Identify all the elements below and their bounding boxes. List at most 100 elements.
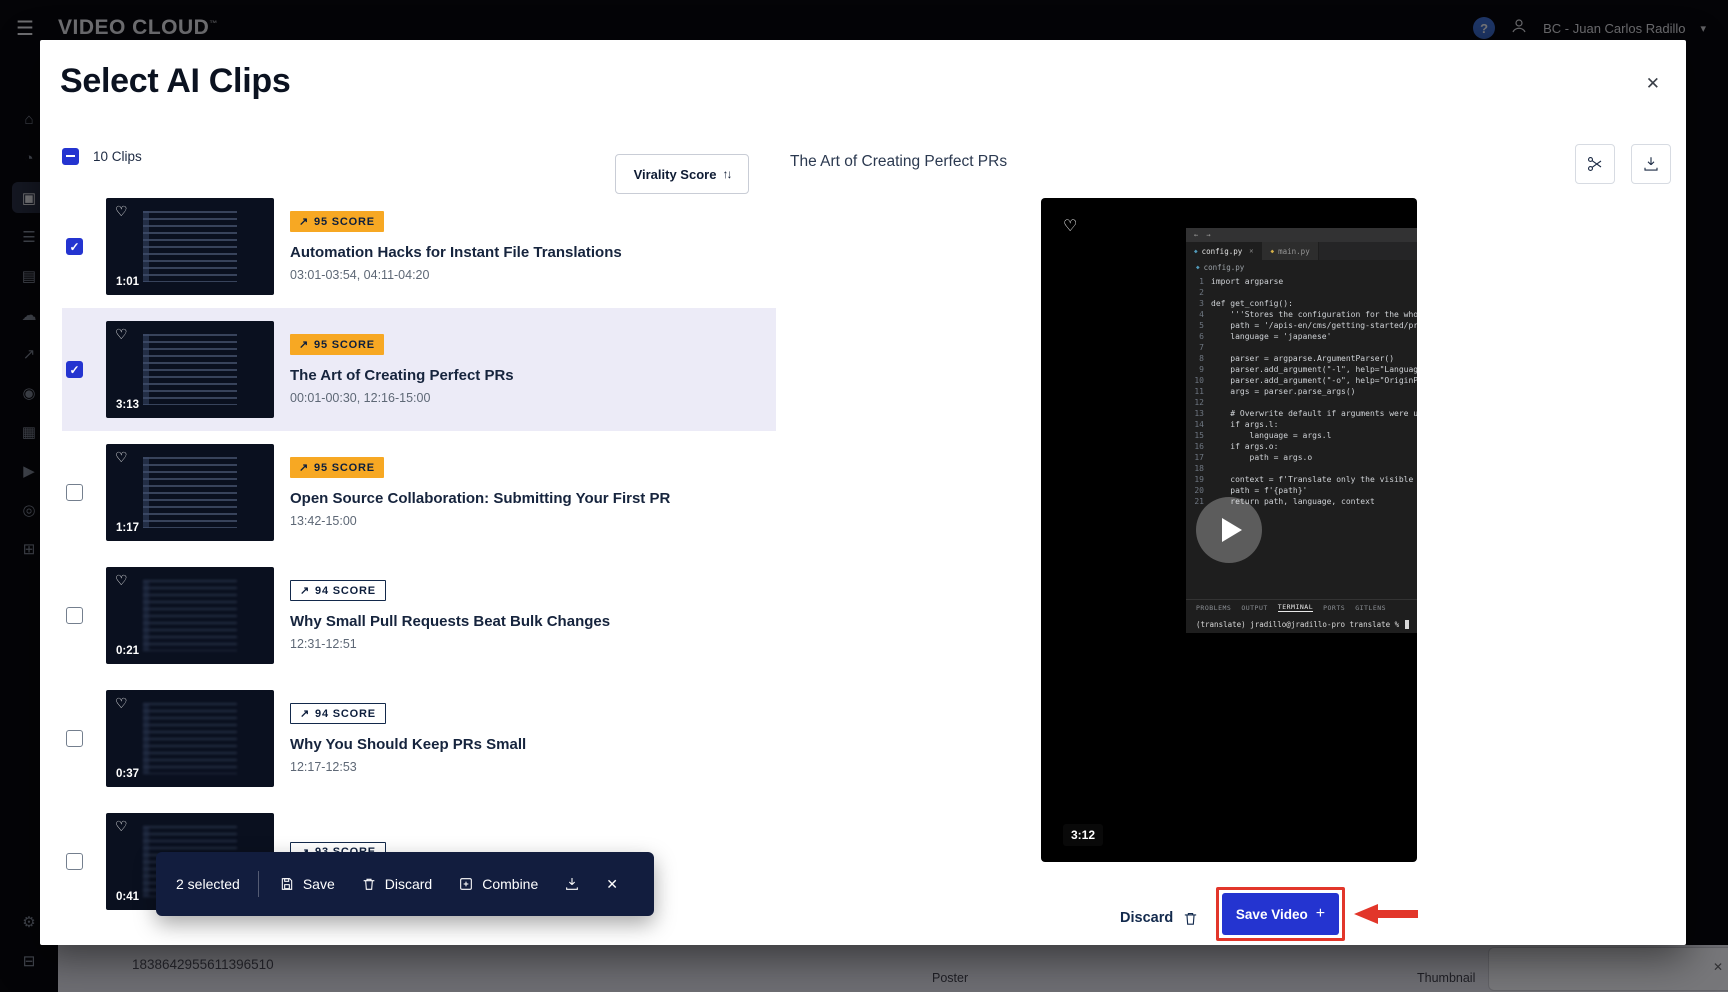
play-icon: [1222, 518, 1242, 542]
plus-icon: +: [1316, 905, 1325, 923]
scissors-icon: [1586, 155, 1604, 173]
thumbnail-image: [143, 580, 237, 652]
thumbnail-image: [143, 211, 237, 283]
panel-tab-terminal[interactable]: TERMINAL: [1278, 603, 1313, 612]
modal-title: Select AI Clips: [60, 62, 290, 101]
clip-thumbnail[interactable]: ♡ 3:13: [106, 321, 274, 418]
heart-icon[interactable]: ♡: [115, 326, 128, 343]
clip-checkbox[interactable]: [66, 853, 83, 870]
clip-list-item[interactable]: ♡ 3:13 ↗ 95 SCORE The Art of Creating Pe…: [62, 308, 776, 431]
clip-list-item[interactable]: ♡ 0:21 ↗ 94 SCORE Why Small Pull Request…: [62, 554, 776, 677]
heart-icon[interactable]: ♡: [115, 572, 128, 589]
divider: [258, 871, 259, 897]
trending-up-icon: ↗: [299, 215, 309, 228]
clip-duration: 3:13: [116, 399, 139, 411]
toolbar-save-button[interactable]: Save: [279, 876, 335, 892]
trim-button[interactable]: [1575, 144, 1615, 184]
virality-score-badge: ↗ 95 SCORE: [290, 457, 384, 478]
clip-checkbox[interactable]: [66, 361, 83, 378]
clip-checkbox[interactable]: [66, 238, 83, 255]
clip-info: ↗ 95 SCORE Automation Hacks for Instant …: [290, 211, 622, 282]
select-all-checkbox[interactable]: [62, 148, 79, 165]
editor-tab[interactable]: ◆config.py✕: [1186, 242, 1262, 260]
selected-count: 2 selected: [176, 876, 240, 892]
heart-icon[interactable]: ♡: [115, 203, 128, 220]
video-preview[interactable]: ♡ ← → ◆config.py✕◆main.py ◆ config.py 1i…: [1041, 198, 1417, 862]
clip-title: Why You Should Keep PRs Small: [290, 736, 526, 753]
panel-tab-gitlens[interactable]: GITLENS: [1355, 604, 1386, 612]
download-button[interactable]: [1631, 144, 1671, 184]
clip-times: 03:01-03:54, 04:11-04:20: [290, 268, 429, 282]
clip-title: Why Small Pull Requests Beat Bulk Change…: [290, 613, 610, 630]
clip-thumbnail[interactable]: ♡ 0:37: [106, 690, 274, 787]
clip-list-item[interactable]: ♡ 0:37 ↗ 94 SCORE Why You Should Keep PR…: [62, 677, 776, 800]
toolbar-close-button[interactable]: ✕: [606, 876, 618, 893]
save-video-button[interactable]: Save Video +: [1222, 893, 1339, 935]
clip-duration: 0:37: [116, 768, 139, 780]
play-button[interactable]: [1196, 497, 1262, 563]
heart-icon[interactable]: ♡: [115, 695, 128, 712]
video-timestamp: 3:12: [1063, 824, 1103, 846]
trash-icon: [361, 876, 377, 892]
clip-checkbox[interactable]: [66, 607, 83, 624]
virality-score-badge: ↗ 94 SCORE: [290, 703, 386, 724]
clip-info: ↗ 95 SCORE The Art of Creating Perfect P…: [290, 334, 514, 405]
save-icon: [279, 876, 295, 892]
thumbnail-image: [143, 703, 237, 775]
clip-checkbox[interactable]: [66, 730, 83, 747]
editor-titlebar: ← →: [1186, 228, 1417, 242]
clip-times: 12:17-12:53: [290, 760, 357, 774]
clip-times: 00:01-00:30, 12:16-15:00: [290, 391, 430, 405]
preview-title: The Art of Creating Perfect PRs: [790, 153, 1007, 171]
clip-count: 10 Clips: [93, 149, 142, 164]
clip-thumbnail[interactable]: ♡ 0:21: [106, 567, 274, 664]
trash-icon: [1182, 910, 1199, 927]
clip-list-header: 10 Clips: [62, 136, 142, 176]
editor-tabs: ◆config.py✕◆main.py: [1186, 242, 1417, 260]
toolbar-download-button[interactable]: [564, 876, 580, 892]
thumbnail-image: [143, 334, 237, 406]
panel-tab-output[interactable]: OUTPUT: [1241, 604, 1267, 612]
clip-duration: 0:41: [116, 891, 139, 903]
clip-info: ↗ 95 SCORE Open Source Collaboration: Su…: [290, 457, 670, 528]
panel-tab-ports[interactable]: PORTS: [1323, 604, 1345, 612]
selection-toolbar: 2 selected Save Discard Combine ✕: [156, 852, 654, 916]
clip-thumbnail[interactable]: ♡ 1:01: [106, 198, 274, 295]
heart-icon[interactable]: ♡: [115, 818, 128, 835]
virality-score-badge: ↗ 95 SCORE: [290, 334, 384, 355]
editor-terminal: (translate) jradillo@jradillo-pro transl…: [1186, 615, 1417, 633]
editor-tab[interactable]: ◆main.py: [1262, 242, 1318, 260]
annotation-highlight-box: Save Video +: [1216, 887, 1345, 941]
download-icon: [1642, 155, 1660, 173]
clip-title: Automation Hacks for Instant File Transl…: [290, 244, 622, 261]
clip-title: The Art of Creating Perfect PRs: [290, 367, 514, 384]
discard-button[interactable]: Discard: [1120, 898, 1199, 938]
clip-times: 12:31-12:51: [290, 637, 357, 651]
trending-up-icon: ↗: [299, 338, 309, 351]
clip-list-item[interactable]: ♡ 1:17 ↗ 95 SCORE Open Source Collaborat…: [62, 431, 776, 554]
clip-times: 13:42-15:00: [290, 514, 357, 528]
clip-thumbnail[interactable]: ♡ 1:17: [106, 444, 274, 541]
trending-up-icon: ↗: [300, 584, 310, 597]
trending-up-icon: ↗: [299, 461, 309, 474]
clip-title: Open Source Collaboration: Submitting Yo…: [290, 490, 670, 507]
annotation-arrow: [1354, 903, 1418, 925]
editor-breadcrumb: ◆ config.py: [1186, 260, 1417, 274]
heart-icon[interactable]: ♡: [115, 449, 128, 466]
clip-list-item[interactable]: ♡ 1:01 ↗ 95 SCORE Automation Hacks for I…: [62, 185, 776, 308]
virality-score-badge: ↗ 95 SCORE: [290, 211, 384, 232]
editor-panel-tabs: PROBLEMS OUTPUT TERMINAL PORTS GITLENS: [1186, 599, 1417, 615]
panel-tab-problems[interactable]: PROBLEMS: [1196, 604, 1231, 612]
clip-info: ↗ 94 SCORE Why You Should Keep PRs Small…: [290, 703, 526, 774]
clip-duration: 0:21: [116, 645, 139, 657]
clip-info: ↗ 94 SCORE Why Small Pull Requests Beat …: [290, 580, 610, 651]
clip-checkbox[interactable]: [66, 484, 83, 501]
toolbar-combine-button[interactable]: Combine: [458, 876, 538, 892]
toolbar-discard-button[interactable]: Discard: [361, 876, 432, 892]
download-icon: [564, 876, 580, 892]
close-icon[interactable]: ✕: [1646, 74, 1660, 94]
trending-up-icon: ↗: [300, 707, 310, 720]
heart-icon[interactable]: ♡: [1063, 216, 1077, 236]
virality-score-badge: ↗ 94 SCORE: [290, 580, 386, 601]
file-icon: ◆: [1196, 264, 1200, 271]
